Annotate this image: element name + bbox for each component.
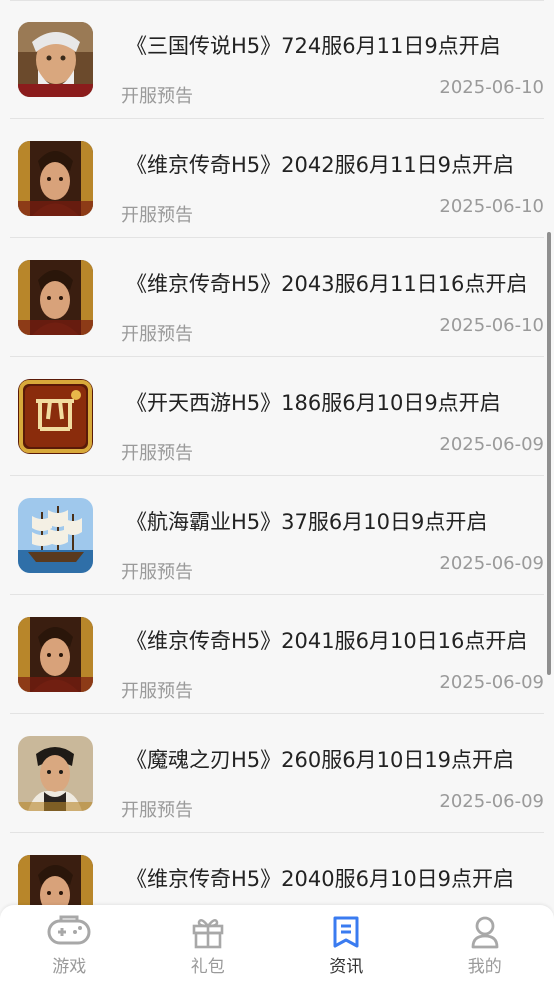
news-tag: 开服预告	[121, 205, 193, 226]
tab-games[interactable]: 游戏	[0, 905, 139, 985]
news-icon	[333, 916, 359, 948]
news-title: 《维京传奇H5》2040服6月10日9点开启	[126, 867, 515, 891]
news-tag: 开服预告	[121, 86, 193, 107]
news-title: 《航海霸业H5》37服6月10日9点开启	[126, 510, 488, 534]
tab-label: 我的	[467, 957, 502, 977]
mohun-game-icon	[18, 736, 93, 811]
tab-label: 游戏	[52, 957, 87, 977]
gamepad-icon	[47, 915, 91, 945]
bottom-tab-bar: 游戏 礼包 资讯 我的	[0, 905, 554, 985]
list-item[interactable]: 《维京传奇H5》2041服6月10日16点开启 开服预告 2025-06-09	[10, 595, 544, 714]
news-title: 《三国传说H5》724服6月11日9点开启	[126, 34, 501, 58]
list-item[interactable]: 《维京传奇H5》2043服6月11日16点开启 开服预告 2025-06-10	[10, 238, 544, 357]
tab-me[interactable]: 我的	[416, 905, 554, 985]
list-item[interactable]: 《三国传说H5》724服6月11日9点开启 开服预告 2025-06-10	[10, 0, 544, 119]
sailing-ship-game-icon	[18, 498, 93, 573]
scrollbar[interactable]	[547, 232, 551, 675]
news-tag: 开服预告	[121, 800, 193, 821]
news-tag: 开服预告	[121, 443, 193, 464]
news-date: 2025-06-10	[439, 196, 544, 217]
news-date: 2025-06-09	[439, 672, 544, 693]
user-icon	[471, 916, 499, 949]
list-item[interactable]: 《维京传奇H5》2042服6月11日9点开启 开服预告 2025-06-10	[10, 119, 544, 238]
tab-label: 资讯	[329, 957, 364, 977]
viking-game-icon	[18, 141, 93, 216]
news-title: 《开天西游H5》186服6月10日9点开启	[126, 391, 501, 415]
news-tag: 开服预告	[121, 681, 193, 702]
gift-icon	[192, 919, 224, 949]
news-title: 《魔魂之刃H5》260服6月10日19点开启	[126, 748, 515, 772]
news-tag: 开服预告	[121, 324, 193, 345]
news-title: 《维京传奇H5》2043服6月11日16点开启	[126, 272, 528, 296]
news-date: 2025-06-10	[439, 315, 544, 336]
list-item[interactable]: 《开天西游H5》186服6月10日9点开启 开服预告 2025-06-09	[10, 357, 544, 476]
sanguo-game-icon	[18, 22, 93, 97]
xiyou-game-icon	[18, 379, 93, 454]
news-list: 《三国传说H5》724服6月11日9点开启 开服预告 2025-06-10 《维…	[0, 0, 554, 952]
news-title: 《维京传奇H5》2041服6月10日16点开启	[126, 629, 528, 653]
tab-news[interactable]: 资讯	[277, 905, 416, 985]
news-date: 2025-06-09	[439, 791, 544, 812]
news-tag: 开服预告	[121, 562, 193, 583]
viking-game-icon	[18, 617, 93, 692]
list-item[interactable]: 《航海霸业H5》37服6月10日9点开启 开服预告 2025-06-09	[10, 476, 544, 595]
news-date: 2025-06-10	[439, 77, 544, 98]
news-title: 《维京传奇H5》2042服6月11日9点开启	[126, 153, 515, 177]
tab-label: 礼包	[190, 957, 225, 977]
tab-gifts[interactable]: 礼包	[139, 905, 278, 985]
news-date: 2025-06-09	[439, 553, 544, 574]
list-item[interactable]: 《魔魂之刃H5》260服6月10日19点开启 开服预告 2025-06-09	[10, 714, 544, 833]
news-date: 2025-06-09	[439, 434, 544, 455]
viking-game-icon	[18, 260, 93, 335]
